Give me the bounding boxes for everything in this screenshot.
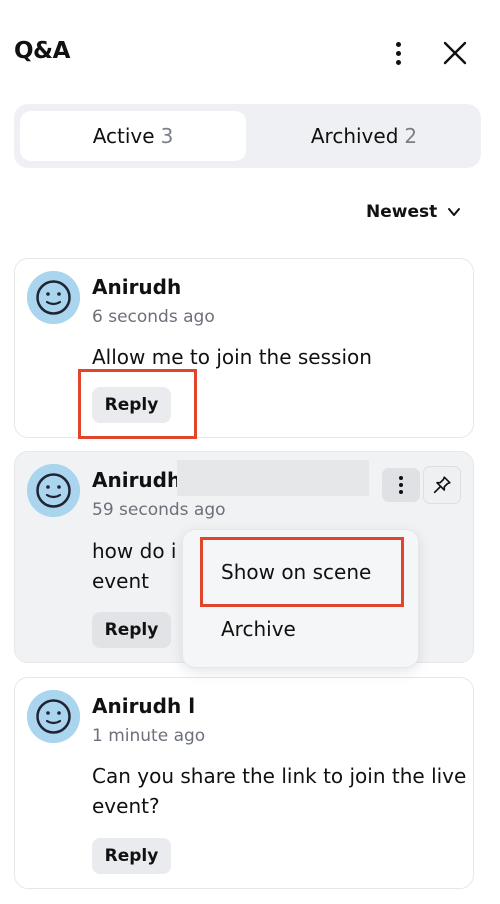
more-options-button[interactable] [384, 36, 412, 70]
timestamp: 6 seconds ago [92, 307, 215, 327]
question-text-line-2: event [92, 569, 149, 593]
avatar [27, 271, 80, 324]
tab-archived-label: Archived [310, 124, 399, 148]
more-options-icon-dot [395, 50, 401, 56]
chevron-down-icon [448, 208, 461, 216]
qa-panel: Q&A Active 3 Archived 2 Newest Anirudh 6… [0, 0, 500, 904]
sort-label: Newest [366, 202, 438, 222]
close-icon [443, 41, 467, 65]
author-name: Anirudh [92, 275, 182, 299]
more-options-icon-dot [399, 490, 403, 494]
avatar [27, 464, 80, 517]
more-options-icon-dot [395, 59, 401, 65]
more-options-icon [395, 41, 401, 47]
more-options-icon [399, 476, 403, 480]
highlight-box [78, 369, 197, 439]
avatar [27, 690, 80, 743]
pin-icon [433, 476, 451, 494]
timestamp: 59 seconds ago [92, 500, 226, 520]
tab-active[interactable]: Active 3 [20, 111, 246, 161]
highlight-box [200, 537, 404, 607]
panel-title: Q&A [14, 38, 70, 64]
question-text: Can you share the link to join the live … [92, 764, 467, 818]
timestamp: 1 minute ago [92, 726, 206, 746]
author-name: Anirudh [92, 468, 182, 492]
reply-button[interactable]: Reply [92, 838, 171, 874]
close-button[interactable] [440, 38, 470, 68]
menu-item-archive[interactable]: Archive [221, 617, 296, 641]
tab-active-label: Active [92, 124, 155, 148]
question-options-button[interactable] [382, 468, 420, 502]
reply-button[interactable]: Reply [92, 612, 171, 648]
question-card: Anirudh l 1 minute ago Can you share the… [14, 677, 474, 889]
avatar-face-icon [27, 690, 80, 743]
redacted-block [177, 460, 369, 496]
author-name: Anirudh l [92, 694, 196, 718]
tab-archived[interactable]: Archived 2 [252, 111, 476, 161]
tab-archived-count: 2 [404, 124, 418, 148]
tab-bar: Active 3 Archived 2 [14, 104, 481, 168]
avatar-face-icon [27, 464, 80, 517]
pin-button[interactable] [423, 466, 461, 504]
question-text-line-1: how do i [92, 539, 177, 563]
sort-dropdown[interactable]: Newest [366, 202, 461, 222]
question-text: Allow me to join the session [92, 345, 372, 369]
tab-active-count: 3 [160, 124, 174, 148]
avatar-face-icon [27, 271, 80, 324]
more-options-icon-dot [399, 483, 403, 487]
